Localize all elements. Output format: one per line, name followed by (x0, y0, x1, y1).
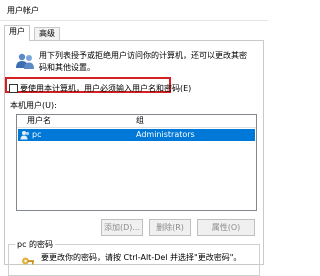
title-bar: 用户帐户 (0, 0, 268, 21)
properties-button[interactable]: 属性(O) (197, 219, 255, 236)
user-icon (20, 131, 30, 140)
users-icon (16, 53, 34, 69)
password-groupbox-title: pc 的密码 (15, 239, 56, 250)
require-login-checkbox[interactable] (9, 84, 18, 93)
row-group: Administrators (136, 130, 195, 139)
password-instructions: 要更改你的密码，请按 Ctrl-Alt-Del 并选择"更改密码"。 (41, 253, 242, 262)
window-title: 用户帐户 (7, 6, 39, 15)
intro-text: 用下列表授予或拒绝用户访问你的计算机，还可以更改其密码和其他设置。 (39, 51, 247, 72)
remove-user-button[interactable]: 删除(R) (149, 219, 191, 236)
table-row[interactable]: pc Administrators (18, 129, 255, 141)
require-login-option[interactable]: 要使用本计算机，用户必须输入用户名和密码(E) (9, 83, 191, 94)
user-list[interactable]: 用户名 组 pc Administrators (16, 114, 257, 211)
tab-users[interactable]: 用户 (4, 25, 30, 41)
column-header-group[interactable]: 组 (136, 115, 144, 127)
column-header-username[interactable]: 用户名 (27, 115, 51, 127)
add-user-button[interactable]: 添加(D)... (101, 219, 143, 236)
users-section-label: 本机用户(U): (10, 101, 57, 110)
row-username: pc (32, 130, 42, 139)
tab-advanced[interactable]: 高级 (34, 27, 60, 40)
tab-panel-users: 用下列表授予或拒绝用户访问你的计算机，还可以更改其密码和其他设置。 要使用本计算… (4, 40, 264, 276)
key-icon (22, 257, 34, 265)
user-list-header: 用户名 组 (17, 115, 256, 128)
require-login-label: 要使用本计算机，用户必须输入用户名和密码(E) (20, 84, 192, 93)
